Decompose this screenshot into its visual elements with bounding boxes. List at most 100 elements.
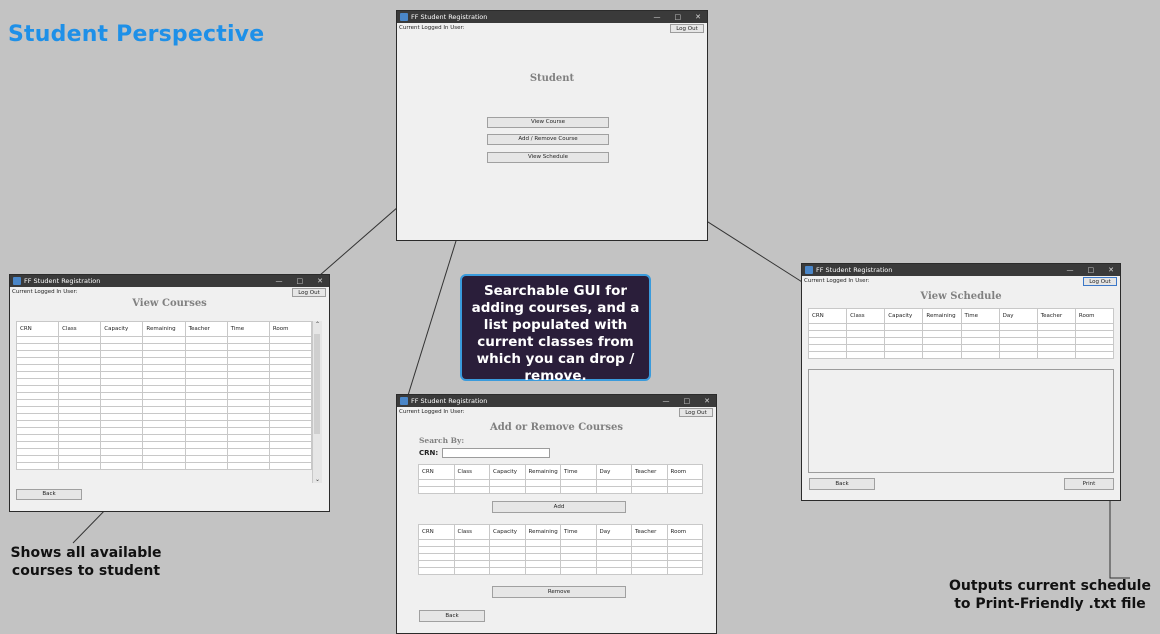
table-row[interactable] bbox=[807, 323, 1115, 331]
table-row[interactable] bbox=[15, 413, 313, 421]
table-cell[interactable] bbox=[631, 486, 668, 494]
table-cell[interactable] bbox=[418, 539, 455, 547]
table-cell[interactable] bbox=[15, 427, 60, 435]
scroll-down-icon[interactable]: ⌄ bbox=[313, 476, 322, 483]
table-cell[interactable] bbox=[100, 343, 144, 351]
column-header-teacher[interactable]: Teacher bbox=[631, 524, 668, 540]
table-cell[interactable] bbox=[15, 413, 60, 421]
table-cell[interactable] bbox=[595, 486, 632, 494]
table-cell[interactable] bbox=[226, 350, 270, 358]
table-cell[interactable] bbox=[268, 427, 313, 435]
table-row[interactable] bbox=[15, 336, 313, 344]
maximize-icon[interactable]: □ bbox=[1088, 264, 1095, 276]
table-cell[interactable] bbox=[15, 371, 60, 379]
minimize-icon[interactable]: — bbox=[276, 275, 283, 287]
table-cell[interactable] bbox=[184, 413, 228, 421]
table-cell[interactable] bbox=[1074, 344, 1115, 352]
table-cell[interactable] bbox=[560, 539, 597, 547]
maximize-icon[interactable]: □ bbox=[297, 275, 304, 287]
table-cell[interactable] bbox=[268, 448, 313, 456]
column-header-remaining[interactable]: Remaining bbox=[142, 321, 186, 337]
vertical-scrollbar[interactable]: ⌃ ⌄ bbox=[312, 321, 322, 483]
table-cell[interactable] bbox=[1074, 323, 1115, 331]
table-cell[interactable] bbox=[268, 420, 313, 428]
table-row[interactable] bbox=[15, 448, 313, 456]
table-cell[interactable] bbox=[807, 323, 848, 331]
table-cell[interactable] bbox=[100, 448, 144, 456]
table-cell[interactable] bbox=[666, 486, 703, 494]
table-cell[interactable] bbox=[1036, 323, 1076, 331]
table-cell[interactable] bbox=[142, 427, 186, 435]
table-cell[interactable] bbox=[524, 553, 561, 561]
table-row[interactable] bbox=[807, 344, 1115, 352]
table-cell[interactable] bbox=[666, 553, 703, 561]
table-cell[interactable] bbox=[184, 420, 228, 428]
table-cell[interactable] bbox=[666, 560, 703, 568]
schedule-text-area[interactable] bbox=[808, 369, 1114, 473]
table-cell[interactable] bbox=[418, 479, 455, 487]
table-cell[interactable] bbox=[100, 441, 144, 449]
table-cell[interactable] bbox=[142, 364, 186, 372]
table-cell[interactable] bbox=[142, 406, 186, 414]
table-cell[interactable] bbox=[142, 462, 186, 470]
table-cell[interactable] bbox=[184, 448, 228, 456]
table-cell[interactable] bbox=[489, 553, 526, 561]
table-cell[interactable] bbox=[595, 560, 632, 568]
table-cell[interactable] bbox=[268, 371, 313, 379]
table-cell[interactable] bbox=[268, 378, 313, 386]
table-cell[interactable] bbox=[100, 336, 144, 344]
logout-button[interactable]: Log Out bbox=[670, 24, 704, 33]
table-cell[interactable] bbox=[184, 378, 228, 386]
table-row[interactable] bbox=[15, 462, 313, 470]
table-cell[interactable] bbox=[226, 399, 270, 407]
table-cell[interactable] bbox=[268, 399, 313, 407]
close-icon[interactable]: ✕ bbox=[704, 395, 710, 407]
table-cell[interactable] bbox=[1074, 337, 1115, 345]
table-cell[interactable] bbox=[922, 330, 962, 338]
table-cell[interactable] bbox=[1036, 337, 1076, 345]
column-header-capacity[interactable]: Capacity bbox=[100, 321, 144, 337]
table-cell[interactable] bbox=[524, 539, 561, 547]
table-cell[interactable] bbox=[631, 546, 668, 554]
column-header-class[interactable]: Class bbox=[846, 308, 886, 324]
table-cell[interactable] bbox=[268, 392, 313, 400]
table-cell[interactable] bbox=[226, 448, 270, 456]
table-row[interactable] bbox=[15, 434, 313, 442]
logout-button[interactable]: Log Out bbox=[1083, 277, 1117, 286]
table-cell[interactable] bbox=[100, 455, 144, 463]
table-row[interactable] bbox=[15, 385, 313, 393]
table-cell[interactable] bbox=[58, 406, 102, 414]
table-cell[interactable] bbox=[142, 371, 186, 379]
column-header-day[interactable]: Day bbox=[998, 308, 1038, 324]
table-cell[interactable] bbox=[595, 539, 632, 547]
table-cell[interactable] bbox=[15, 385, 60, 393]
close-icon[interactable]: ✕ bbox=[317, 275, 323, 287]
table-cell[interactable] bbox=[807, 330, 848, 338]
view-schedule-button[interactable]: View Schedule bbox=[487, 152, 609, 163]
table-row[interactable] bbox=[15, 392, 313, 400]
table-cell[interactable] bbox=[268, 357, 313, 365]
table-cell[interactable] bbox=[100, 371, 144, 379]
table-cell[interactable] bbox=[489, 567, 526, 575]
table-cell[interactable] bbox=[453, 567, 490, 575]
table-cell[interactable] bbox=[489, 539, 526, 547]
table-cell[interactable] bbox=[998, 337, 1038, 345]
column-header-room[interactable]: Room bbox=[666, 524, 703, 540]
table-cell[interactable] bbox=[489, 479, 526, 487]
table-cell[interactable] bbox=[100, 399, 144, 407]
column-header-teacher[interactable]: Teacher bbox=[1036, 308, 1076, 324]
table-cell[interactable] bbox=[15, 434, 60, 442]
table-cell[interactable] bbox=[15, 420, 60, 428]
table-cell[interactable] bbox=[846, 351, 886, 359]
table-row[interactable] bbox=[418, 567, 703, 575]
table-cell[interactable] bbox=[184, 392, 228, 400]
table-cell[interactable] bbox=[58, 462, 102, 470]
table-cell[interactable] bbox=[807, 344, 848, 352]
table-cell[interactable] bbox=[595, 546, 632, 554]
table-cell[interactable] bbox=[524, 479, 561, 487]
table-cell[interactable] bbox=[268, 434, 313, 442]
table-cell[interactable] bbox=[922, 323, 962, 331]
table-cell[interactable] bbox=[100, 385, 144, 393]
column-header-room[interactable]: Room bbox=[268, 321, 313, 337]
table-cell[interactable] bbox=[884, 344, 924, 352]
